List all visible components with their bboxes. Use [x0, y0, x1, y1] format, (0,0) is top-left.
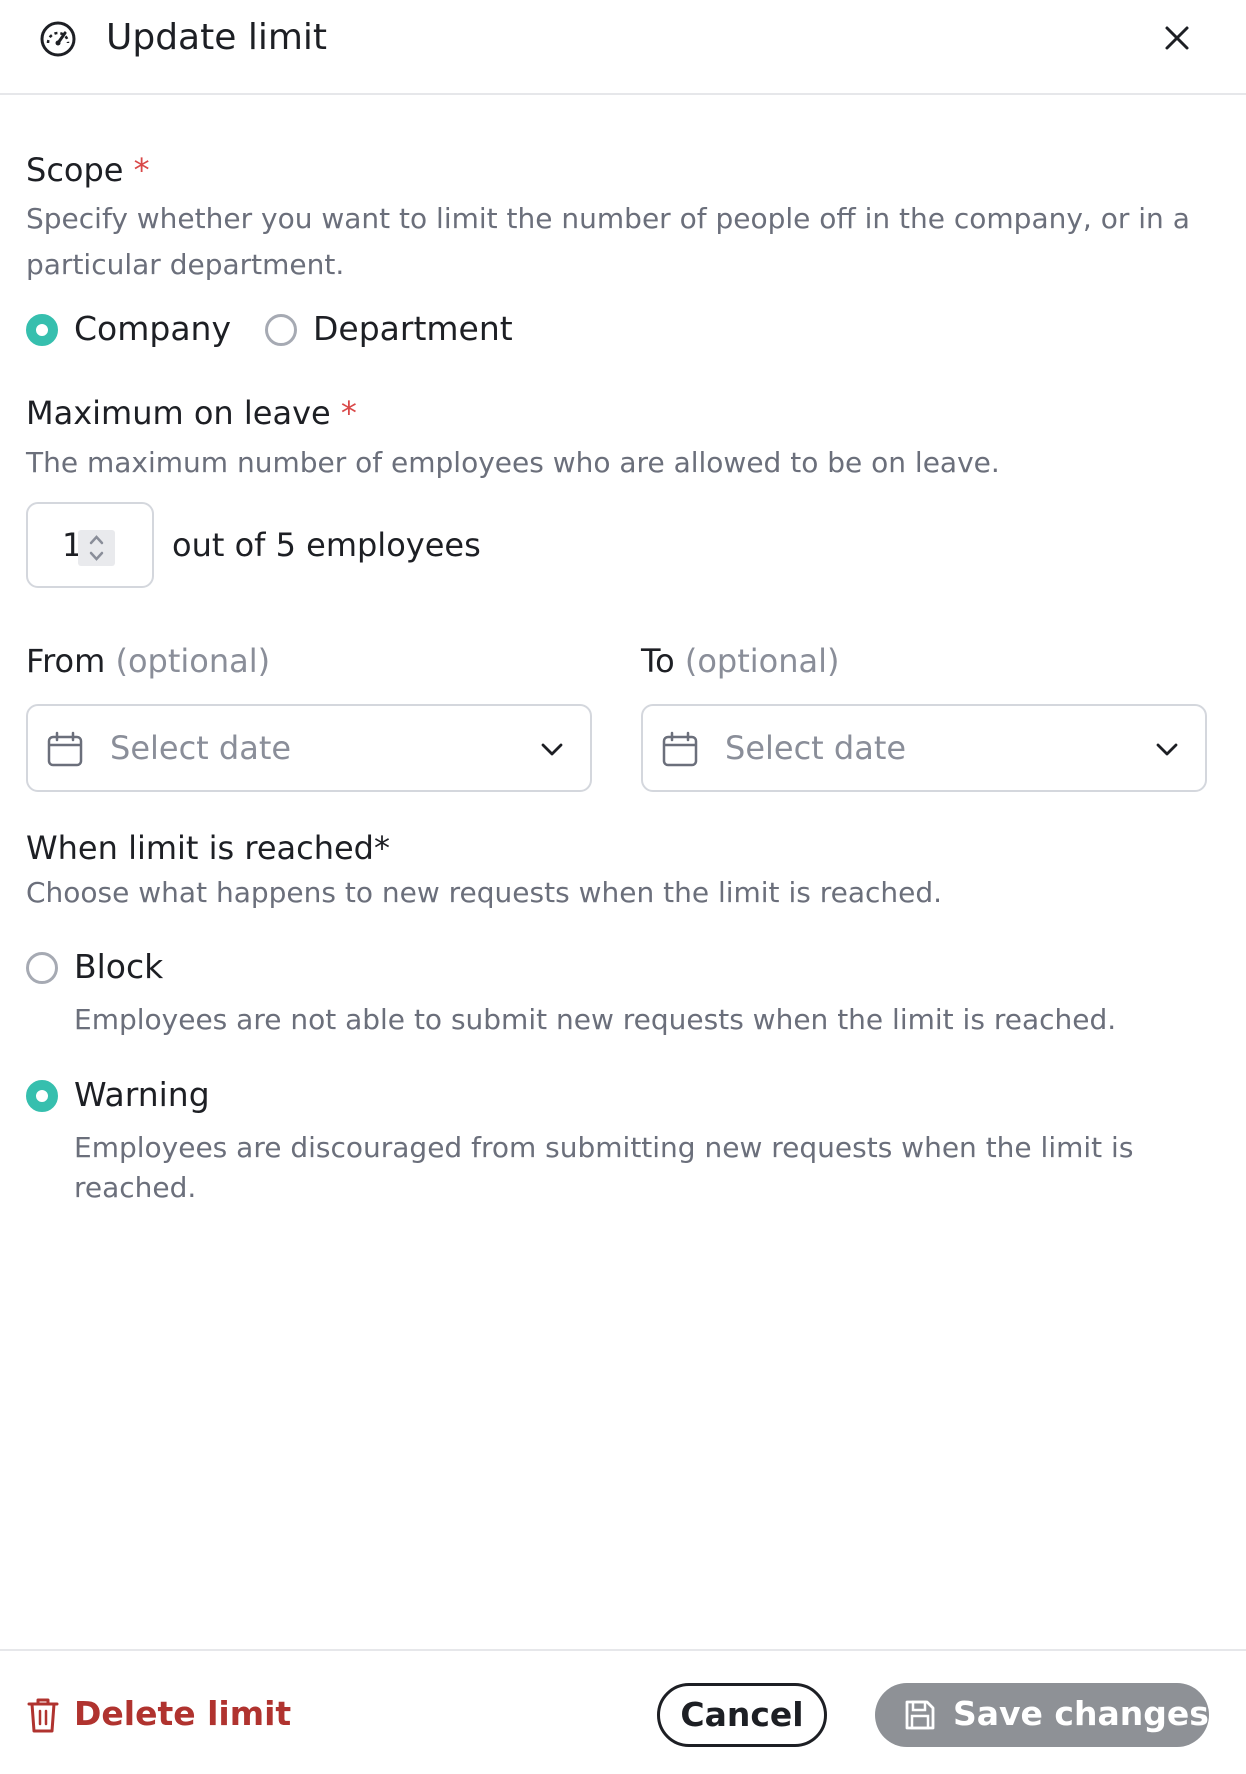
save-icon [905, 1700, 935, 1730]
quantity-stepper[interactable]: 1 [26, 502, 154, 588]
employee-count-text: out of 5 employees [172, 526, 481, 564]
stepper-spin-buttons[interactable] [78, 530, 115, 566]
maximum-label: Maximum on leave * [26, 393, 357, 433]
radio-department[interactable] [265, 314, 297, 346]
optional-hint: (optional) [115, 642, 271, 680]
required-mark: * [373, 829, 390, 867]
to-date-picker[interactable]: Select date [641, 704, 1207, 792]
close-icon[interactable] [1158, 19, 1196, 57]
maximum-description: The maximum number of employees who are … [26, 446, 1000, 479]
limit-reached-label-text: When limit is reached [26, 829, 374, 867]
required-mark: * [340, 394, 357, 432]
chevron-down-icon[interactable] [78, 548, 115, 566]
cancel-button[interactable]: Cancel [657, 1683, 827, 1747]
delete-limit-label[interactable]: Delete limit [74, 1692, 291, 1736]
scope-description: Specify whether you want to limit the nu… [26, 202, 1190, 281]
optional-hint: (optional) [684, 642, 840, 680]
radio-block[interactable] [26, 952, 58, 984]
warning-description: Employees are discouraged from submittin… [74, 1131, 1134, 1204]
radio-company-label[interactable]: Company [74, 307, 231, 351]
chevron-up-icon[interactable] [78, 530, 115, 548]
to-label: To (optional) [641, 641, 840, 681]
radio-warning[interactable] [26, 1080, 58, 1112]
limit-reached-label: When limit is reached* [26, 828, 390, 868]
save-changes-button[interactable]: Save changes [875, 1683, 1209, 1747]
save-changes-label[interactable]: Save changes [953, 1692, 1209, 1736]
from-label-text: From [26, 642, 106, 680]
calendar-icon [47, 731, 83, 767]
limit-reached-description: Choose what happens to new requests when… [26, 876, 943, 909]
scope-label: Scope * [26, 150, 150, 190]
required-mark: * [133, 151, 150, 189]
calendar-icon [662, 731, 698, 767]
radio-block-label[interactable]: Block [74, 945, 163, 989]
chevron-down-icon[interactable] [1153, 736, 1181, 764]
from-date-placeholder[interactable]: Select date [110, 726, 291, 770]
dialog-header: Update limit [0, 0, 1246, 95]
chevron-down-icon[interactable] [538, 736, 566, 764]
from-label: From (optional) [26, 641, 270, 681]
block-description: Employees are not able to submit new req… [74, 1003, 1117, 1036]
from-date-picker[interactable]: Select date [26, 704, 592, 792]
trash-icon [27, 1698, 59, 1733]
gauge-icon [40, 21, 76, 57]
radio-company[interactable] [26, 314, 58, 346]
maximum-label-text: Maximum on leave [26, 394, 331, 432]
to-label-text: To [641, 642, 675, 680]
radio-warning-label[interactable]: Warning [74, 1073, 210, 1117]
radio-department-label[interactable]: Department [313, 307, 513, 351]
to-date-placeholder[interactable]: Select date [725, 726, 906, 770]
dialog-title: Update limit [106, 17, 328, 58]
scope-label-text: Scope [26, 151, 124, 189]
